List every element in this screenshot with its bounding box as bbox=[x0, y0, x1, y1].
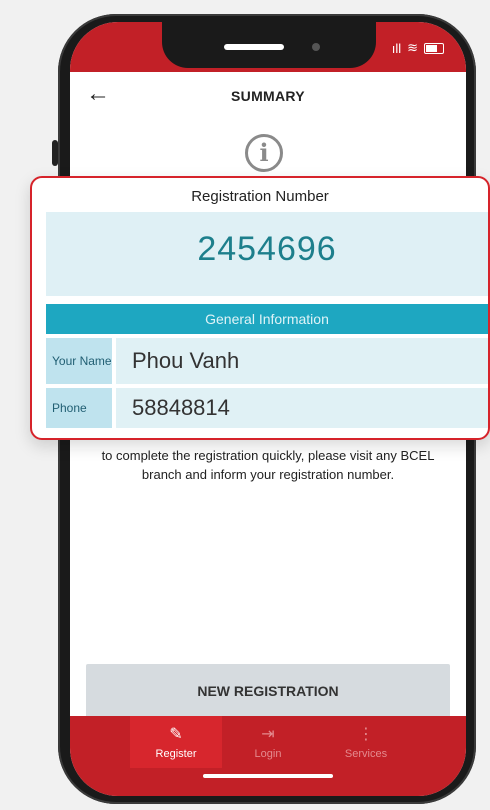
home-indicator bbox=[203, 774, 333, 778]
nav-item-services[interactable]: ⋮ Services bbox=[320, 716, 412, 768]
login-icon: ⇥ bbox=[261, 726, 275, 743]
info-icon: i bbox=[245, 134, 283, 172]
registration-summary-card: Registration Number 2454696 General Info… bbox=[30, 176, 490, 440]
instruction-text: to complete the registration quickly, pl… bbox=[101, 448, 435, 482]
status-icons: ıll ≋ bbox=[392, 40, 444, 56]
camera bbox=[312, 43, 320, 51]
phone-side-button bbox=[52, 140, 58, 166]
registration-number-box: 2454696 bbox=[46, 212, 488, 296]
nav-label-register: Register bbox=[155, 748, 197, 760]
wifi-icon: ≋ bbox=[407, 40, 418, 55]
notch bbox=[162, 22, 376, 68]
name-value: Phou Vanh bbox=[116, 338, 488, 384]
registration-number-heading: Registration Number bbox=[191, 188, 329, 205]
registration-number: 2454696 bbox=[197, 230, 337, 268]
more-vertical-icon: ⋮ bbox=[358, 726, 374, 743]
bottom-navigation: ✎ Register ⇥ Login ⋮ Services bbox=[70, 716, 466, 796]
status-bar: ıll ≋ bbox=[70, 22, 466, 72]
general-information-header: General Information bbox=[46, 304, 488, 334]
speaker bbox=[224, 44, 284, 50]
phone-row: Phone 58848814 bbox=[46, 388, 488, 428]
name-row: Your Name Phou Vanh bbox=[46, 338, 488, 384]
phone-value: 58848814 bbox=[116, 388, 488, 428]
name-label: Your Name bbox=[46, 338, 112, 384]
phone-label: Phone bbox=[46, 388, 112, 428]
nav-label-login: Login bbox=[254, 748, 282, 760]
edit-icon: ✎ bbox=[169, 726, 183, 743]
nav-item-login[interactable]: ⇥ Login bbox=[222, 716, 314, 768]
new-registration-button[interactable]: NEW REGISTRATION bbox=[86, 664, 450, 718]
page-title: SUMMARY bbox=[231, 88, 305, 104]
signal-icon: ıll bbox=[391, 40, 402, 56]
battery-icon bbox=[424, 42, 444, 54]
nav-label-services: Services bbox=[344, 748, 388, 760]
top-app-bar: ← SUMMARY bbox=[70, 72, 466, 122]
nav-item-register[interactable]: ✎ Register bbox=[130, 716, 222, 768]
